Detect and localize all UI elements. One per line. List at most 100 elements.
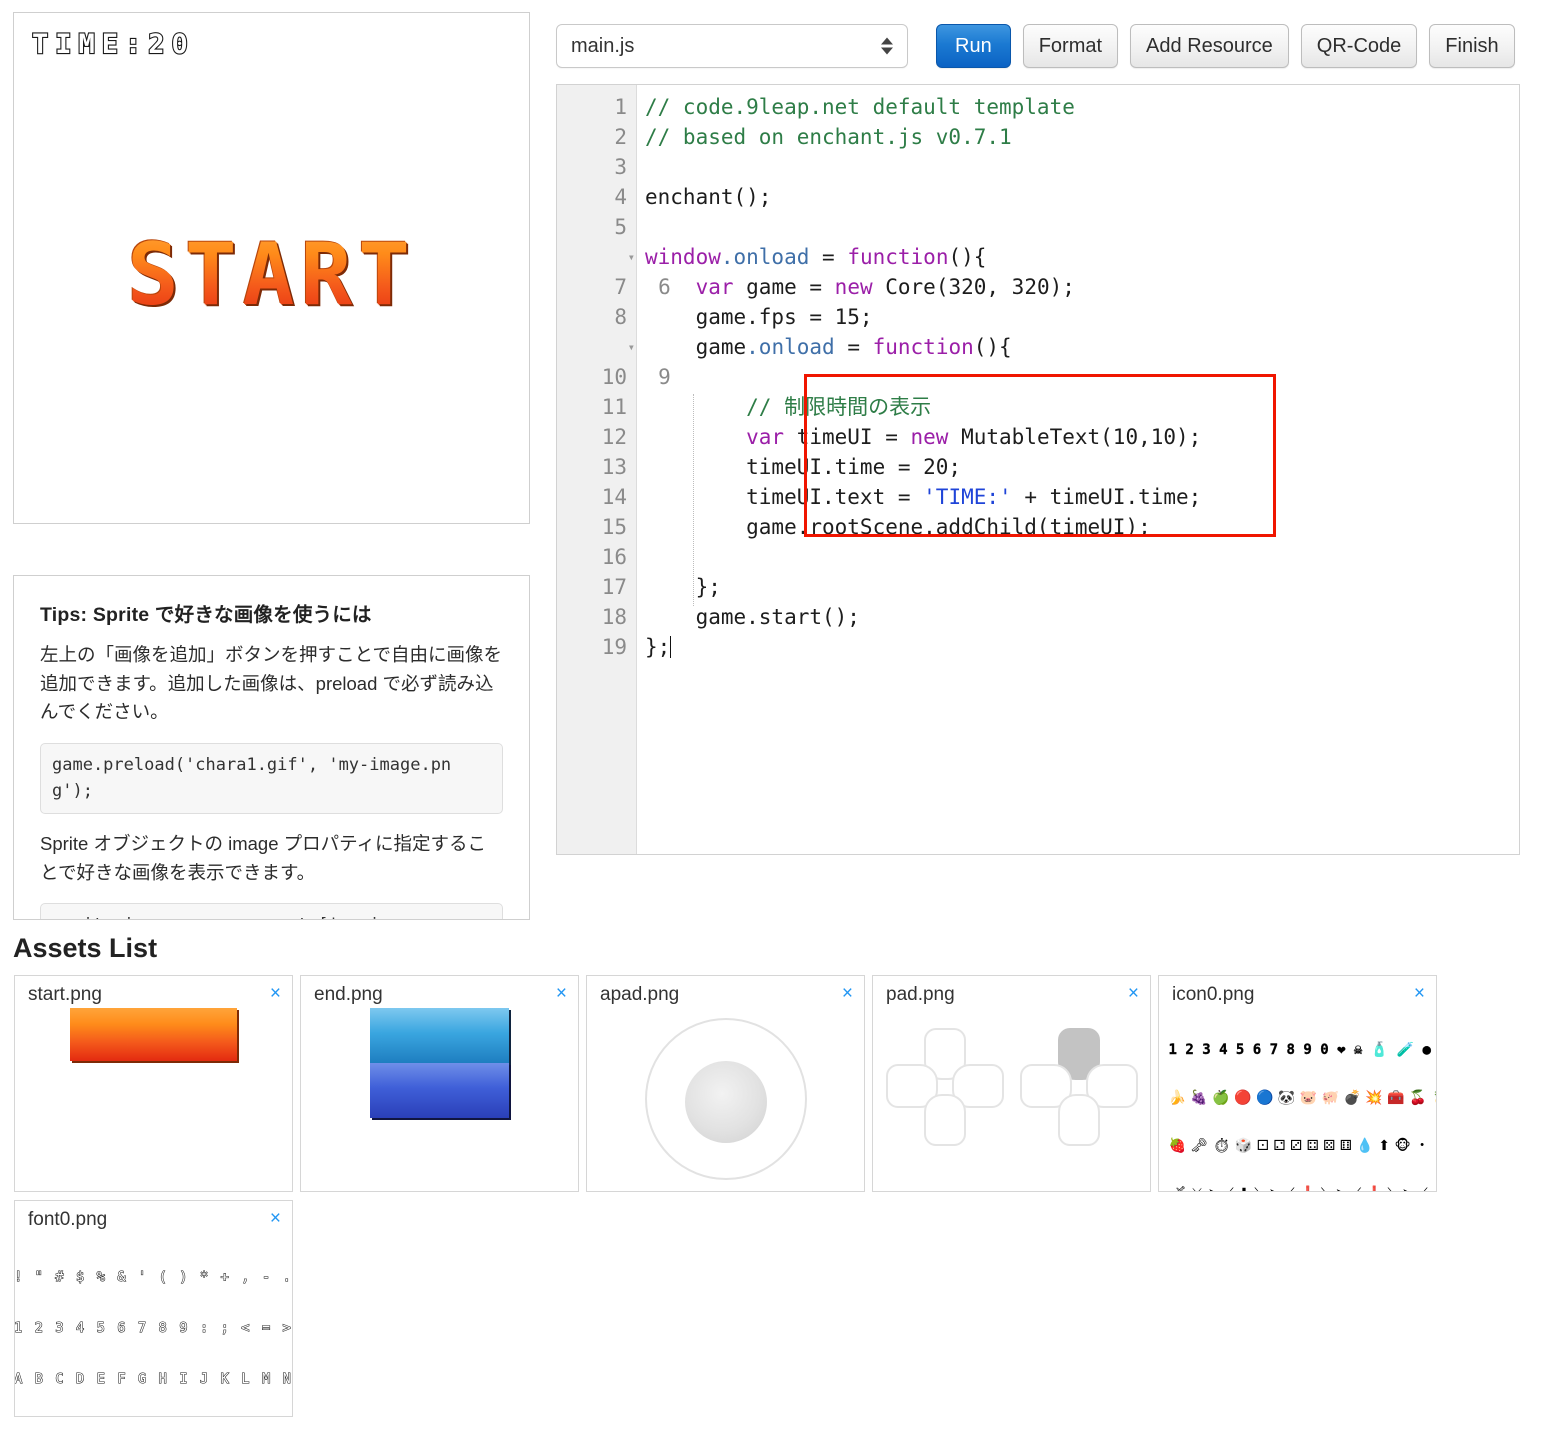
font-row: 0 1 2 3 4 5 6 7 8 9 : ; < = > ? [14,1319,293,1336]
code-line: window.onload = function(){ [645,242,1519,272]
text-caret [670,636,672,658]
code-comment: // code.9leap.net default template [645,95,1075,119]
line-number: 16 [601,545,627,569]
line-number: 3 [614,155,627,179]
asset-filename: apad.png [600,984,680,1005]
icon-sprite-sheet: 1 2 3 4 5 6 7 8 9 0 ❤ ☠ 🧴 🧪 ● 🍎 🍌 🍇 🍏 🔴 … [1168,1010,1437,1191]
start-logo-image: START [70,1008,237,1062]
code-token: .onload [746,335,835,359]
tips-code-1: game.preload('chara1.gif', 'my-image.png… [40,743,503,815]
asset-preview: ! " # $ % & ' ( ) * + , - . / 0 1 2 3 4 … [15,1231,292,1416]
code-content[interactable]: // code.9leap.net default template // ba… [637,85,1519,854]
code-line: timeUI.text = 'TIME:' + timeUI.time; [645,482,1519,512]
line-number: 2 [614,125,627,149]
asset-filename: icon0.png [1172,984,1255,1005]
code-token: + timeUI.time; [1011,485,1202,509]
code-token: timeUI.text = [645,485,924,509]
fold-arrow-icon[interactable]: ▾ [628,242,635,272]
close-icon[interactable]: × [1414,984,1425,1003]
code-line: game.onload = function(){ [645,332,1519,362]
code-line: // based on enchant.js v0.7.1 [645,122,1519,152]
chevron-updown-icon[interactable] [881,37,893,55]
line-number: 15 [601,515,627,539]
game-time-hud: TIME:20 [31,28,195,61]
fold-arrow-icon[interactable]: ▾ [628,332,635,362]
asset-preview: GAME OVER [301,1006,578,1191]
code-token: game [645,335,747,359]
code-token: = [834,335,873,359]
line-number: 13 [601,455,627,479]
asset-filename: start.png [28,984,102,1005]
editor-toolbar: main.js Run Format Add Resource QR-Code … [556,24,1515,68]
format-button[interactable]: Format [1022,24,1119,68]
line-number: 7 [614,275,627,299]
code-token: function [847,245,949,269]
asset-filename: end.png [314,984,383,1005]
line-number-foldable[interactable]: 9 ▾ [557,332,671,389]
code-line: }; [645,572,1519,602]
dpad-pressed-icon [1019,1028,1138,1146]
code-line: game.fps = 15; [645,302,1519,332]
add-resource-button[interactable]: Add Resource [1130,24,1289,68]
tips-paragraph-2: Sprite オブジェクトの image プロパティに指定することで好きな画像を… [40,833,487,883]
tips-code-2: sprite.image = game.assets['my-image.p [40,903,503,919]
analog-pad-stick [684,1061,767,1144]
line-number: 19 [601,635,627,659]
finish-button[interactable]: Finish [1429,24,1515,68]
code-line: timeUI.time = 20; [645,452,1519,482]
code-token: game = [746,275,835,299]
code-line: game.rootScene.addChild(timeUI); [645,512,1519,542]
qr-code-button[interactable]: QR-Code [1300,24,1418,68]
code-comment: // 制限時間の表示 [645,395,932,419]
asset-filename: pad.png [886,984,955,1005]
tips-paragraph-1: 左上の「画像を追加」ボタンを押すことで自由に画像を追加できます。追加した画像は、… [40,644,502,723]
code-token: timeUI = [796,425,911,449]
run-button[interactable]: Run [936,24,1011,68]
code-line: // code.9leap.net default template [645,92,1519,122]
asset-preview: 1 2 3 4 5 6 7 8 9 0 ❤ ☠ 🧴 🧪 ● 🍎 🍌 🍇 🍏 🔴 … [1159,1006,1436,1191]
asset-card[interactable]: end.png × GAME OVER [300,975,579,1192]
indent-guide [693,394,694,606]
sprite-row: 🍌 🍇 🍏 🔴 🔵 🐼 🐷 🐖 💣 💥 🧰 🍒 🍍 🍉 ⭐ 👑 [1168,1090,1437,1106]
close-icon[interactable]: × [270,984,281,1003]
close-icon[interactable]: × [1128,984,1139,1003]
code-text: game.rootScene.addChild(timeUI); [645,515,1151,539]
asset-card[interactable]: start.png × START [14,975,293,1192]
asset-card[interactable]: apad.png × [586,975,865,1192]
line-number: 10 [601,365,627,389]
file-select-value: main.js [571,34,635,57]
asset-preview: START [15,1006,292,1191]
close-icon[interactable]: × [556,984,567,1003]
code-token: function [872,335,974,359]
tips-title: Tips: Sprite で好きな画像を使うには [40,604,372,626]
file-select[interactable]: main.js [556,24,908,68]
code-token: Core(320, 320); [885,275,1075,299]
line-number-foldable[interactable]: 6 ▾ [557,242,671,299]
asset-card[interactable]: icon0.png × 1 2 3 4 5 6 7 8 9 0 ❤ ☠ 🧴 🧪 … [1158,975,1437,1192]
line-number-gutter: 1 2 3 4 5 6 ▾ 7 8 9 ▾ 10 11 12 13 14 15 … [557,85,671,854]
line-number: 17 [601,575,627,599]
gameover-logo-bottom: OVER [370,1063,509,1119]
game-preview-panel[interactable]: TIME:20 START [13,12,530,524]
asset-preview [587,1006,864,1191]
gameover-logo-top: GAME [370,1008,509,1064]
code-token: (){ [973,335,1012,359]
code-line: }; [645,632,1519,662]
close-icon[interactable]: × [270,1209,281,1228]
game-start-logo: START [14,225,529,325]
code-editor[interactable]: 1 2 3 4 5 6 ▾ 7 8 9 ▾ 10 11 12 13 14 15 … [556,84,1520,855]
code-text: game.start(); [645,605,860,629]
code-token: MutableText(10,10); [961,425,1202,449]
analog-pad-icon [644,1018,807,1180]
code-token: (){ [948,245,987,269]
line-number: 14 [601,485,627,509]
asset-card[interactable]: font0.png × ! " # $ % & ' ( ) * + , - . … [14,1200,293,1417]
line-number: 12 [601,425,627,449]
code-line: var game = new Core(320, 320); [645,272,1519,302]
close-icon[interactable]: × [842,984,853,1003]
asset-card[interactable]: pad.png × [872,975,1151,1192]
code-text: }; [645,635,671,659]
